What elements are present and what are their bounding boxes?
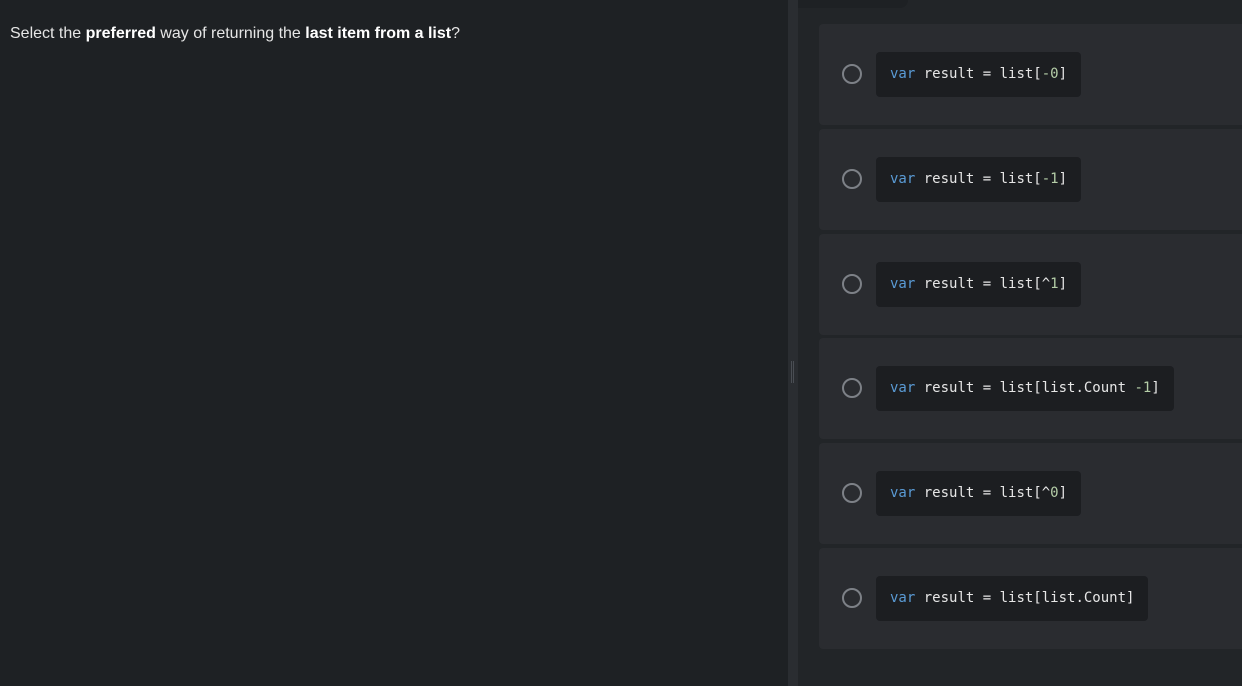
quiz-screen: Select the preferred way of returning th… — [0, 0, 1242, 686]
code-text-end: ] — [1151, 380, 1160, 396]
question-text: Select the preferred way of returning th… — [10, 25, 460, 43]
radio-button-icon[interactable] — [842, 483, 862, 503]
code-keyword: var — [890, 276, 916, 292]
question-part-2: way of returning the — [155, 25, 306, 42]
code-number: 1 — [1050, 276, 1059, 292]
radio-button-icon[interactable] — [842, 169, 862, 189]
code-text: result = list[list.Count — [915, 380, 1135, 396]
question-emphasis-last-item: last item from a list — [305, 25, 452, 42]
pane-tab — [798, 0, 908, 8]
radio-button-icon[interactable] — [842, 64, 862, 84]
code-text: result = list[ — [915, 66, 1042, 82]
code-text: result = list[^ — [915, 485, 1051, 501]
code-snippet: var result = list[list.Count] — [876, 576, 1149, 621]
question-part-1: Select the — [10, 25, 86, 42]
answer-option-6[interactable]: var result = list[list.Count] — [819, 548, 1242, 649]
code-snippet: var result = list[list.Count -1] — [876, 366, 1174, 411]
radio-button-icon[interactable] — [842, 378, 862, 398]
code-text-end: ] — [1058, 276, 1068, 292]
code-number: 0 — [1050, 485, 1059, 501]
code-keyword: var — [890, 590, 916, 606]
code-keyword: var — [890, 485, 916, 501]
question-part-3: ? — [451, 25, 461, 42]
code-text-end: ] — [1058, 485, 1068, 501]
vertical-grip-icon[interactable] — [791, 361, 794, 383]
radio-button-icon[interactable] — [842, 274, 862, 294]
radio-button-icon[interactable] — [842, 588, 862, 608]
code-text: result = list[list.Count] — [915, 590, 1135, 606]
code-text: result = list[^ — [915, 276, 1051, 292]
code-keyword: var — [890, 66, 916, 82]
code-snippet: var result = list[^1] — [876, 262, 1082, 307]
code-snippet: var result = list[-0] — [876, 52, 1082, 97]
pane-splitter[interactable] — [788, 0, 798, 686]
question-pane: Select the preferred way of returning th… — [0, 0, 788, 686]
question-emphasis-preferred: preferred — [85, 25, 156, 42]
answer-option-2[interactable]: var result = list[-1] — [819, 129, 1242, 230]
code-number: -1 — [1134, 380, 1152, 396]
code-text: result = list[ — [915, 171, 1042, 187]
code-keyword: var — [890, 380, 916, 396]
code-number: -1 — [1041, 171, 1059, 187]
answer-option-4[interactable]: var result = list[list.Count -1] — [819, 338, 1242, 439]
code-number: -0 — [1041, 66, 1059, 82]
code-text-end: ] — [1058, 171, 1068, 187]
answer-option-3[interactable]: var result = list[^1] — [819, 234, 1242, 335]
answer-option-5[interactable]: var result = list[^0] — [819, 443, 1242, 544]
answer-option-1[interactable]: var result = list[-0] — [819, 24, 1242, 125]
answers-pane: var result = list[-0] var result = list[… — [798, 0, 1242, 686]
code-text-end: ] — [1058, 66, 1068, 82]
code-snippet: var result = list[-1] — [876, 157, 1082, 202]
code-snippet: var result = list[^0] — [876, 471, 1082, 516]
code-keyword: var — [890, 171, 916, 187]
